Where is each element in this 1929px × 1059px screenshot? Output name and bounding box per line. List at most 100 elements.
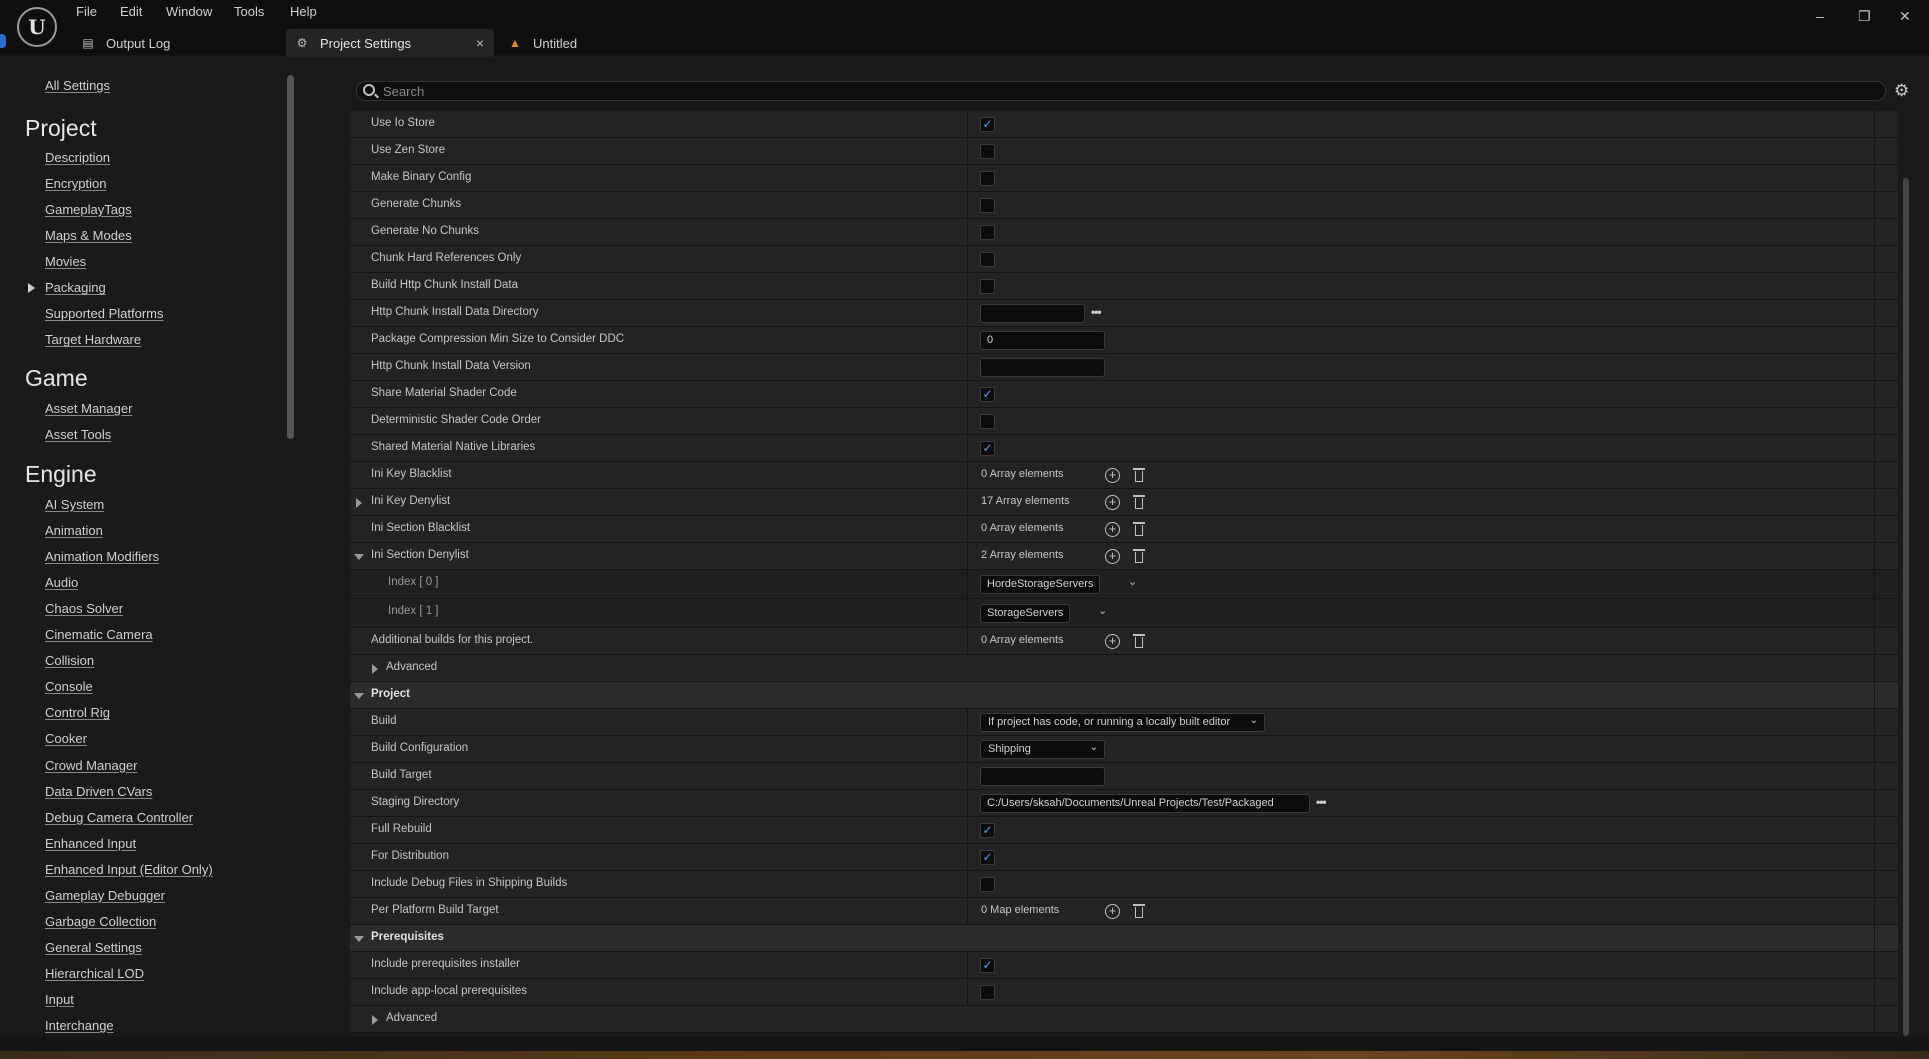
column-splitter[interactable] bbox=[967, 736, 968, 763]
sidebar-item-asset-tools[interactable]: Asset Tools bbox=[45, 427, 111, 442]
sidebar-item-cinematic-camera[interactable]: Cinematic Camera bbox=[45, 627, 153, 642]
setting-row-advanced[interactable]: Advanced bbox=[350, 1006, 1898, 1033]
column-splitter[interactable] bbox=[967, 462, 968, 489]
column-splitter[interactable] bbox=[967, 273, 968, 300]
sidebar-item-general-settings[interactable]: General Settings bbox=[45, 940, 142, 955]
checkbox[interactable]: ✓ bbox=[980, 823, 995, 838]
sidebar-item-ai-system[interactable]: AI System bbox=[45, 497, 104, 512]
checkbox[interactable]: ✓ bbox=[980, 441, 995, 456]
setting-row-prerequisites[interactable]: Prerequisites bbox=[350, 925, 1898, 952]
tab-project-settings[interactable]: ⚙ Project Settings × bbox=[286, 29, 494, 57]
sidebar-item-collision[interactable]: Collision bbox=[45, 653, 94, 668]
menu-window[interactable]: Window bbox=[166, 4, 212, 19]
sidebar-item-target-hardware[interactable]: Target Hardware bbox=[45, 332, 141, 347]
tab-output-log[interactable]: ▤ Output Log bbox=[80, 29, 170, 57]
menu-edit[interactable]: Edit bbox=[120, 4, 142, 19]
index-value-field[interactable]: HordeStorageServers bbox=[980, 575, 1101, 594]
column-splitter[interactable] bbox=[967, 111, 968, 138]
add-element-icon[interactable]: + bbox=[1105, 904, 1120, 919]
expand-arrow-icon[interactable] bbox=[28, 283, 35, 293]
unreal-logo[interactable]: U bbox=[17, 7, 57, 47]
column-splitter[interactable] bbox=[967, 570, 968, 599]
column-splitter[interactable] bbox=[967, 165, 968, 192]
trash-icon[interactable] bbox=[1132, 494, 1146, 511]
column-splitter[interactable] bbox=[967, 898, 968, 925]
menu-help[interactable]: Help bbox=[290, 4, 317, 19]
sidebar-item-control-rig[interactable]: Control Rig bbox=[45, 705, 110, 720]
checkbox[interactable] bbox=[980, 877, 995, 892]
sidebar-item-gameplaytags[interactable]: GameplayTags bbox=[45, 202, 132, 217]
restore-button[interactable]: ❐ bbox=[1858, 8, 1871, 25]
column-splitter[interactable] bbox=[967, 489, 968, 516]
checkbox[interactable]: ✓ bbox=[980, 958, 995, 973]
expand-arrow-icon[interactable] bbox=[372, 1015, 378, 1025]
sidebar-item-audio[interactable]: Audio bbox=[45, 575, 78, 590]
column-splitter[interactable] bbox=[967, 246, 968, 273]
text-field[interactable] bbox=[980, 358, 1105, 377]
close-tab-icon[interactable]: × bbox=[476, 35, 484, 51]
menu-tools[interactable]: Tools bbox=[234, 4, 264, 19]
sidebar-item-crowd-manager[interactable]: Crowd Manager bbox=[45, 758, 138, 773]
gear-icon[interactable]: ⚙ bbox=[1894, 81, 1909, 101]
column-splitter[interactable] bbox=[967, 354, 968, 381]
trash-icon[interactable] bbox=[1132, 467, 1146, 484]
sidebar-item-gameplay-debugger[interactable]: Gameplay Debugger bbox=[45, 888, 165, 903]
sidebar-item-description[interactable]: Description bbox=[45, 150, 110, 165]
column-splitter[interactable] bbox=[967, 871, 968, 898]
add-element-icon[interactable]: + bbox=[1105, 495, 1120, 510]
column-splitter[interactable] bbox=[967, 381, 968, 408]
add-element-icon[interactable]: + bbox=[1105, 549, 1120, 564]
sidebar-item-console[interactable]: Console bbox=[45, 679, 93, 694]
checkbox[interactable] bbox=[980, 252, 995, 267]
sidebar-item-hierarchical-lod[interactable]: Hierarchical LOD bbox=[45, 966, 144, 981]
setting-row-ini-key-denylist[interactable]: Ini Key Denylist 17 Array elements + bbox=[350, 489, 1898, 516]
collapse-arrow-icon[interactable] bbox=[354, 936, 364, 942]
index-value-field[interactable]: StorageServers bbox=[980, 604, 1071, 623]
column-splitter[interactable] bbox=[967, 844, 968, 871]
column-splitter[interactable] bbox=[967, 817, 968, 844]
sidebar-scrollbar[interactable] bbox=[287, 75, 294, 439]
sidebar-item-maps-modes[interactable]: Maps & Modes bbox=[45, 228, 132, 243]
checkbox[interactable] bbox=[980, 225, 995, 240]
add-element-icon[interactable]: + bbox=[1105, 634, 1120, 649]
column-splitter[interactable] bbox=[967, 543, 968, 570]
trash-icon[interactable] bbox=[1132, 521, 1146, 538]
column-splitter[interactable] bbox=[967, 408, 968, 435]
sidebar-item-encryption[interactable]: Encryption bbox=[45, 176, 106, 191]
checkbox[interactable]: ✓ bbox=[980, 850, 995, 865]
sidebar-item-enhanced-input[interactable]: Enhanced Input bbox=[45, 836, 136, 851]
sidebar-item-debug-camera-controller[interactable]: Debug Camera Controller bbox=[45, 810, 193, 825]
sidebar-item-asset-manager[interactable]: Asset Manager bbox=[45, 401, 132, 416]
search-input[interactable] bbox=[383, 83, 1863, 99]
setting-row-ini-section-denylist[interactable]: Ini Section Denylist 2 Array elements + bbox=[350, 543, 1898, 570]
expand-arrow-icon[interactable] bbox=[372, 664, 378, 674]
sidebar-item-chaos-solver[interactable]: Chaos Solver bbox=[45, 601, 123, 616]
checkbox[interactable] bbox=[980, 171, 995, 186]
sidebar-item-supported-platforms[interactable]: Supported Platforms bbox=[45, 306, 164, 321]
column-splitter[interactable] bbox=[967, 599, 968, 628]
text-field[interactable] bbox=[980, 767, 1105, 786]
chevron-down-icon[interactable]: ⌄ bbox=[1128, 575, 1137, 588]
menu-file[interactable]: File bbox=[76, 4, 97, 19]
column-splitter[interactable] bbox=[967, 628, 968, 655]
sidebar-item-cooker[interactable]: Cooker bbox=[45, 731, 87, 746]
minimize-button[interactable]: – bbox=[1816, 8, 1824, 24]
path-field[interactable] bbox=[980, 304, 1085, 323]
column-splitter[interactable] bbox=[967, 516, 968, 543]
checkbox[interactable] bbox=[980, 414, 995, 429]
column-splitter[interactable] bbox=[967, 327, 968, 354]
browse-button[interactable]: ••• bbox=[1316, 795, 1327, 809]
tab-untitled[interactable]: ▲ Untitled bbox=[507, 29, 577, 57]
checkbox[interactable] bbox=[980, 144, 995, 159]
checkbox[interactable] bbox=[980, 279, 995, 294]
browse-button[interactable]: ••• bbox=[1091, 305, 1102, 319]
sidebar-item-movies[interactable]: Movies bbox=[45, 254, 86, 269]
expand-arrow-icon[interactable] bbox=[356, 498, 362, 508]
column-splitter[interactable] bbox=[967, 790, 968, 817]
trash-icon[interactable] bbox=[1132, 633, 1146, 650]
column-splitter[interactable] bbox=[967, 763, 968, 790]
dropdown[interactable]: Shipping ⌄ bbox=[980, 740, 1105, 759]
column-splitter[interactable] bbox=[967, 952, 968, 979]
sidebar-item-all-settings[interactable]: All Settings bbox=[45, 78, 110, 93]
setting-row-project[interactable]: Project bbox=[350, 682, 1898, 709]
